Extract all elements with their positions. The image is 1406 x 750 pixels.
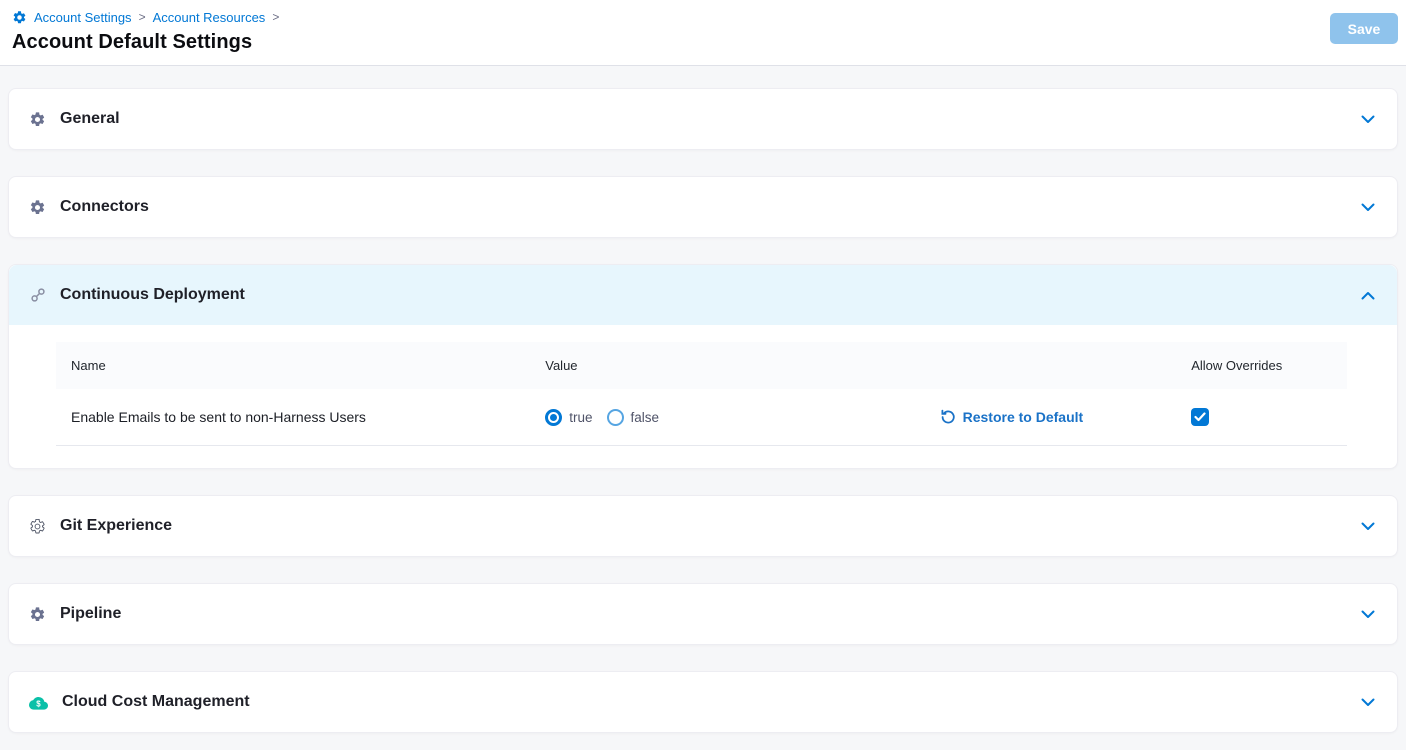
section-card-pipeline: Pipeline [8, 583, 1398, 645]
chevron-up-icon[interactable] [1361, 291, 1375, 300]
page-header: Account Settings > Account Resources > A… [0, 0, 1406, 66]
table-header-row: Name Value Allow Overrides [56, 342, 1347, 389]
radio-option-true[interactable]: true [545, 409, 592, 426]
section-header-git-experience[interactable]: Git Experience [9, 496, 1397, 556]
section-title: General [60, 110, 120, 128]
section-header-cloud-cost-management[interactable]: $ Cloud Cost Management [9, 672, 1397, 732]
section-title: Pipeline [60, 605, 121, 623]
link-icon [29, 287, 46, 304]
chevron-down-icon[interactable] [1361, 610, 1375, 619]
column-header-value: Value [545, 358, 939, 373]
section-card-cloud-cost-management: $ Cloud Cost Management [8, 671, 1398, 733]
breadcrumb-account-settings[interactable]: Account Settings [34, 10, 132, 25]
table-row: Enable Emails to be sent to non-Harness … [56, 389, 1347, 446]
restore-to-default-link[interactable]: Restore to Default [940, 409, 1084, 425]
gear-outline-icon [29, 518, 46, 535]
setting-value-radio-group: true false [545, 409, 939, 426]
radio-true-label[interactable]: true [569, 410, 592, 425]
settings-table: Name Value Allow Overrides Enable Emails… [56, 342, 1347, 446]
column-header-name: Name [56, 358, 545, 373]
page-title: Account Default Settings [12, 31, 1394, 54]
radio-true-selected[interactable] [545, 409, 562, 426]
breadcrumb: Account Settings > Account Resources > [12, 8, 1394, 26]
chevron-down-icon[interactable] [1361, 115, 1375, 124]
section-header-general[interactable]: General [9, 89, 1397, 149]
breadcrumb-separator: > [139, 10, 146, 24]
settings-table-container: Name Value Allow Overrides Enable Emails… [9, 325, 1397, 468]
cloud-dollar-icon: $ [29, 694, 48, 711]
allow-overrides-checkbox[interactable] [1191, 408, 1209, 426]
save-button[interactable]: Save [1330, 13, 1398, 44]
chevron-down-icon[interactable] [1361, 203, 1375, 212]
section-header-pipeline[interactable]: Pipeline [9, 584, 1397, 644]
radio-false-unselected[interactable] [607, 409, 624, 426]
radio-option-false[interactable]: false [607, 409, 660, 426]
section-title: Continuous Deployment [60, 286, 245, 304]
section-header-connectors[interactable]: Connectors [9, 177, 1397, 237]
check-icon [1194, 412, 1206, 422]
section-title: Git Experience [60, 517, 172, 535]
gear-icon [29, 199, 46, 216]
settings-accordion: General Connectors Continuous Deploy [0, 66, 1406, 733]
column-header-allow-overrides: Allow Overrides [1191, 358, 1347, 373]
radio-false-label[interactable]: false [631, 410, 660, 425]
gear-icon [29, 111, 46, 128]
breadcrumb-account-resources[interactable]: Account Resources [153, 10, 266, 25]
gear-icon [29, 606, 46, 623]
restore-label: Restore to Default [963, 409, 1084, 425]
section-card-connectors: Connectors [8, 176, 1398, 238]
restore-icon [940, 409, 956, 425]
breadcrumb-separator: > [272, 10, 279, 24]
chevron-down-icon[interactable] [1361, 522, 1375, 531]
section-header-continuous-deployment[interactable]: Continuous Deployment [9, 265, 1397, 325]
section-title: Cloud Cost Management [62, 693, 250, 711]
settings-gear-icon [12, 10, 27, 25]
setting-name: Enable Emails to be sent to non-Harness … [56, 409, 545, 425]
section-card-continuous-deployment: Continuous Deployment Name Value Allow O… [8, 264, 1398, 469]
section-card-git-experience: Git Experience [8, 495, 1398, 557]
chevron-down-icon[interactable] [1361, 698, 1375, 707]
section-card-general: General [8, 88, 1398, 150]
section-title: Connectors [60, 198, 149, 216]
svg-text:$: $ [36, 699, 41, 708]
